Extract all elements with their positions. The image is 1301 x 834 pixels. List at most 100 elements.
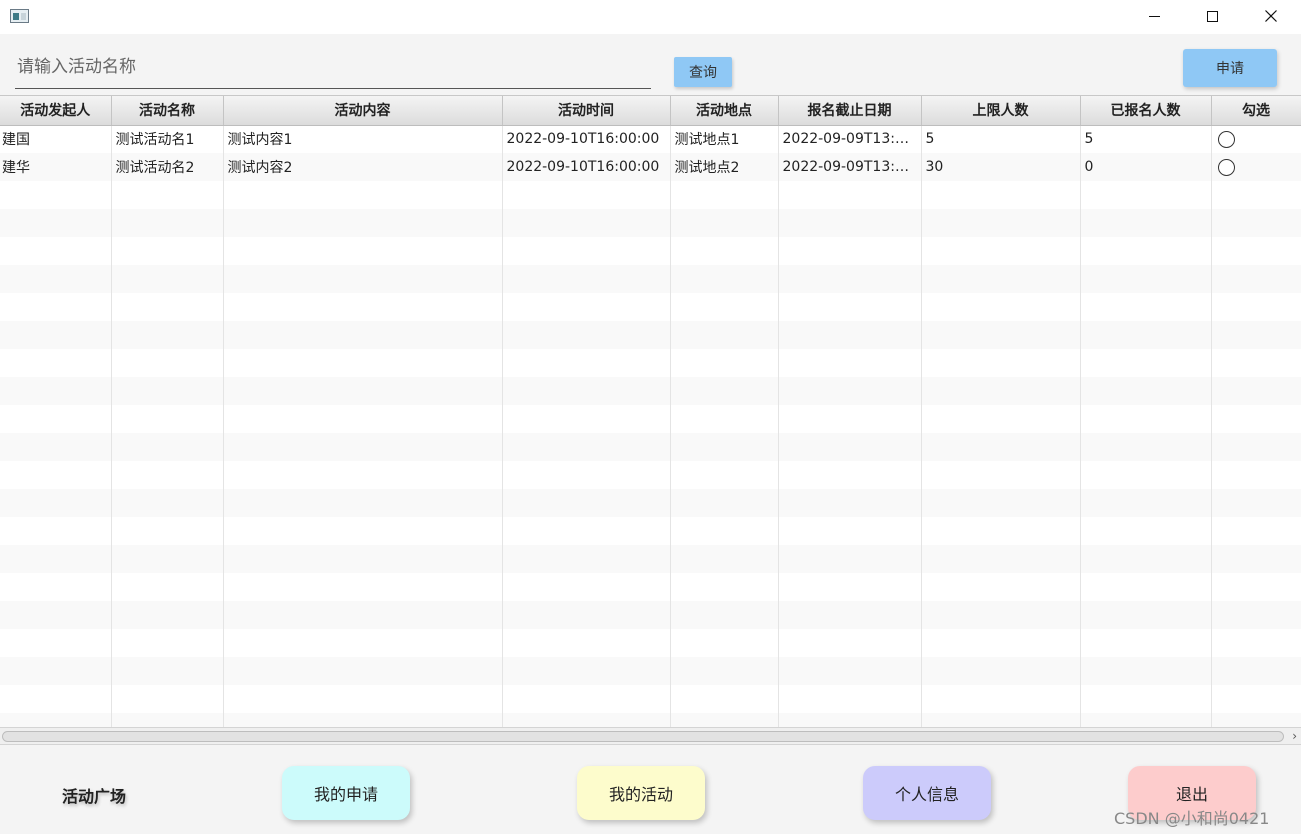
empty-table-row (0, 601, 1301, 629)
column-header[interactable]: 活动地点 (670, 96, 779, 126)
empty-cell (111, 601, 224, 629)
empty-cell (1211, 489, 1301, 517)
empty-cell (223, 237, 503, 265)
empty-cell (1080, 293, 1212, 321)
empty-cell (111, 265, 224, 293)
scroll-right-icon[interactable]: › (1292, 729, 1297, 743)
empty-cell (670, 517, 779, 545)
empty-table-row (0, 237, 1301, 265)
table-cell: 5 (1080, 125, 1212, 153)
empty-cell (670, 265, 779, 293)
column-header[interactable]: 已报名人数 (1080, 96, 1212, 126)
table-cell: 2022-09-10T16:00:00 (502, 125, 671, 153)
column-header[interactable]: 勾选 (1211, 96, 1301, 126)
empty-table-row (0, 629, 1301, 657)
empty-cell (921, 237, 1081, 265)
empty-cell (0, 489, 112, 517)
empty-cell (0, 321, 112, 349)
select-radio[interactable] (1217, 130, 1235, 148)
empty-cell (778, 405, 922, 433)
empty-cell (0, 545, 112, 573)
empty-cell (1080, 433, 1212, 461)
empty-cell (778, 265, 922, 293)
empty-cell (921, 517, 1081, 545)
empty-cell (223, 433, 503, 461)
table-cell: 测试活动名2 (111, 153, 224, 181)
column-header[interactable]: 活动时间 (502, 96, 671, 126)
empty-cell (223, 181, 503, 209)
profile-button[interactable]: 个人信息 (863, 766, 991, 820)
close-button[interactable] (1242, 0, 1300, 32)
empty-cell (0, 181, 112, 209)
column-header[interactable]: 活动内容 (223, 96, 503, 126)
empty-cell (0, 713, 112, 727)
empty-cell (921, 601, 1081, 629)
empty-cell (0, 601, 112, 629)
empty-cell (670, 461, 779, 489)
empty-cell (223, 209, 503, 237)
select-radio[interactable] (1217, 158, 1235, 176)
column-header[interactable]: 活动名称 (111, 96, 224, 126)
empty-cell (1080, 265, 1212, 293)
horizontal-scrollbar[interactable]: › (0, 727, 1301, 745)
empty-cell (1080, 685, 1212, 713)
empty-cell (1211, 293, 1301, 321)
scrollbar-thumb[interactable] (2, 731, 1284, 742)
empty-cell (921, 209, 1081, 237)
empty-cell (670, 545, 779, 573)
empty-cell (0, 629, 112, 657)
maximize-button[interactable] (1183, 0, 1241, 32)
table-row[interactable]: 建国 测试活动名1 测试内容1 2022-09-10T16:00:00 测试地点1 202… (0, 125, 1301, 153)
table-body: 建国 测试活动名1 测试内容1 2022-09-10T16:00:00 测试地点1 202… (0, 125, 1301, 727)
empty-cell (502, 573, 671, 601)
activity-name-search-input[interactable] (15, 46, 651, 89)
column-header[interactable]: 报名截止日期 (778, 96, 922, 126)
empty-cell (1211, 601, 1301, 629)
empty-table-row (0, 265, 1301, 293)
empty-cell (502, 181, 671, 209)
activity-table: 活动发起人 活动名称 活动内容 活动时间 活动地点 报名截止日期 上限人数 已报名人数 勾选 建… (0, 95, 1301, 727)
my-activities-button[interactable]: 我的活动 (577, 766, 705, 820)
empty-cell (1211, 545, 1301, 573)
empty-cell (670, 321, 779, 349)
empty-cell (111, 713, 224, 727)
empty-cell (670, 405, 779, 433)
apply-button[interactable]: 申请 (1183, 49, 1277, 87)
table-cell: 建国 (0, 125, 112, 153)
empty-cell (0, 433, 112, 461)
empty-table-row (0, 321, 1301, 349)
table-cell: 测试活动名1 (111, 125, 224, 153)
nav-activity-square-label[interactable]: 活动广场 (62, 783, 126, 807)
empty-cell (1080, 629, 1212, 657)
empty-cell (670, 237, 779, 265)
query-button[interactable]: 查询 (674, 57, 732, 87)
empty-table-row (0, 405, 1301, 433)
column-header[interactable]: 上限人数 (921, 96, 1081, 126)
empty-cell (778, 601, 922, 629)
empty-cell (0, 377, 112, 405)
empty-cell (1211, 209, 1301, 237)
empty-cell (778, 461, 922, 489)
table-cell: 测试内容1 (223, 125, 503, 153)
minimize-button[interactable] (1125, 0, 1183, 32)
empty-cell (0, 293, 112, 321)
empty-cell (111, 545, 224, 573)
column-header[interactable]: 活动发起人 (0, 96, 112, 126)
my-applications-button[interactable]: 我的申请 (282, 766, 410, 820)
empty-cell (502, 657, 671, 685)
watermark-text: CSDN @小和尚0421 (1114, 809, 1270, 828)
empty-cell (223, 629, 503, 657)
empty-cell (921, 545, 1081, 573)
empty-cell (0, 657, 112, 685)
table-row[interactable]: 建华 测试活动名2 测试内容2 2022-09-10T16:00:00 测试地点2 202… (0, 153, 1301, 181)
empty-cell (670, 489, 779, 517)
empty-cell (921, 377, 1081, 405)
empty-cell (1080, 601, 1212, 629)
empty-cell (223, 265, 503, 293)
empty-cell (670, 601, 779, 629)
table-cell: 2022-09-09T13:0... (778, 125, 922, 153)
app-window-icon (10, 9, 29, 23)
title-bar (0, 0, 1301, 34)
empty-cell (921, 265, 1081, 293)
empty-cell (223, 349, 503, 377)
